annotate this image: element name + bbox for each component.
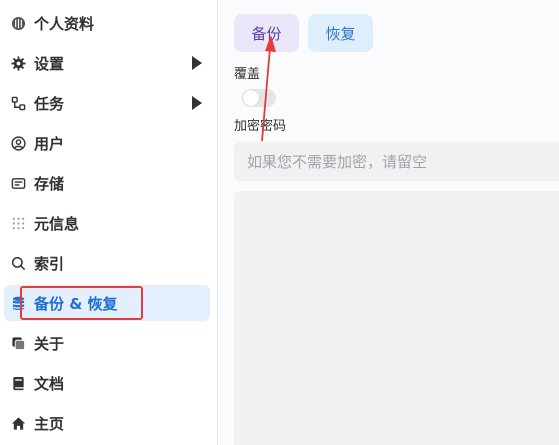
sidebar-item-label: 索引	[34, 254, 65, 273]
sidebar-item-label: 设置	[34, 54, 65, 73]
sidebar-item-metadata[interactable]: 元信息	[4, 205, 210, 241]
sidebar-item-home[interactable]: 主页	[4, 405, 210, 441]
password-label: 加密密码	[234, 119, 287, 134]
sidebar: 个人资料 设置 任务 用户 存储 元信息 索引 备份 & 恢复 关于 文档 主页	[0, 0, 218, 445]
sidebar-item-settings[interactable]: 设置	[4, 45, 210, 81]
home-icon	[10, 415, 26, 431]
storage-icon	[10, 175, 26, 191]
sidebar-item-profile[interactable]: 个人资料	[4, 5, 210, 41]
sidebar-item-label: 主页	[34, 414, 65, 433]
sidebar-item-storage[interactable]: 存储	[4, 165, 210, 201]
sidebar-item-label: 元信息	[34, 214, 80, 233]
backup-button[interactable]: 备份	[234, 14, 299, 52]
sidebar-item-label: 个人资料	[34, 14, 95, 33]
sidebar-item-tasks[interactable]: 任务	[4, 85, 210, 121]
chevron-right-icon[interactable]	[192, 96, 202, 110]
copy-icon	[10, 335, 26, 351]
sidebar-item-label: 存储	[34, 174, 65, 193]
profile-icon	[10, 15, 26, 31]
sidebar-item-docs[interactable]: 文档	[4, 365, 210, 401]
toggle-knob	[243, 90, 259, 106]
output-textarea[interactable]	[234, 191, 559, 445]
book-icon	[10, 375, 26, 391]
sidebar-item-users[interactable]: 用户	[4, 125, 210, 161]
workflow-icon	[10, 95, 26, 111]
search-icon	[10, 255, 26, 271]
sidebar-item-about[interactable]: 关于	[4, 325, 210, 361]
overwrite-toggle[interactable]	[242, 89, 276, 107]
sidebar-item-label: 文档	[34, 374, 65, 393]
user-icon	[10, 135, 26, 151]
encryption-password-input[interactable]	[234, 142, 559, 181]
chevron-right-icon[interactable]	[192, 56, 202, 70]
main-panel: 备份 恢复 覆盖 加密密码	[219, 0, 559, 445]
gear-icon	[10, 55, 26, 71]
metadata-icon	[10, 215, 26, 231]
overwrite-label: 覆盖	[234, 67, 261, 82]
annotation-highlight-box	[20, 286, 143, 320]
sidebar-item-label: 任务	[34, 94, 65, 113]
sidebar-item-label: 用户	[34, 134, 65, 153]
sidebar-item-index[interactable]: 索引	[4, 245, 210, 281]
restore-button[interactable]: 恢复	[308, 14, 373, 52]
sidebar-item-label: 关于	[34, 334, 65, 353]
